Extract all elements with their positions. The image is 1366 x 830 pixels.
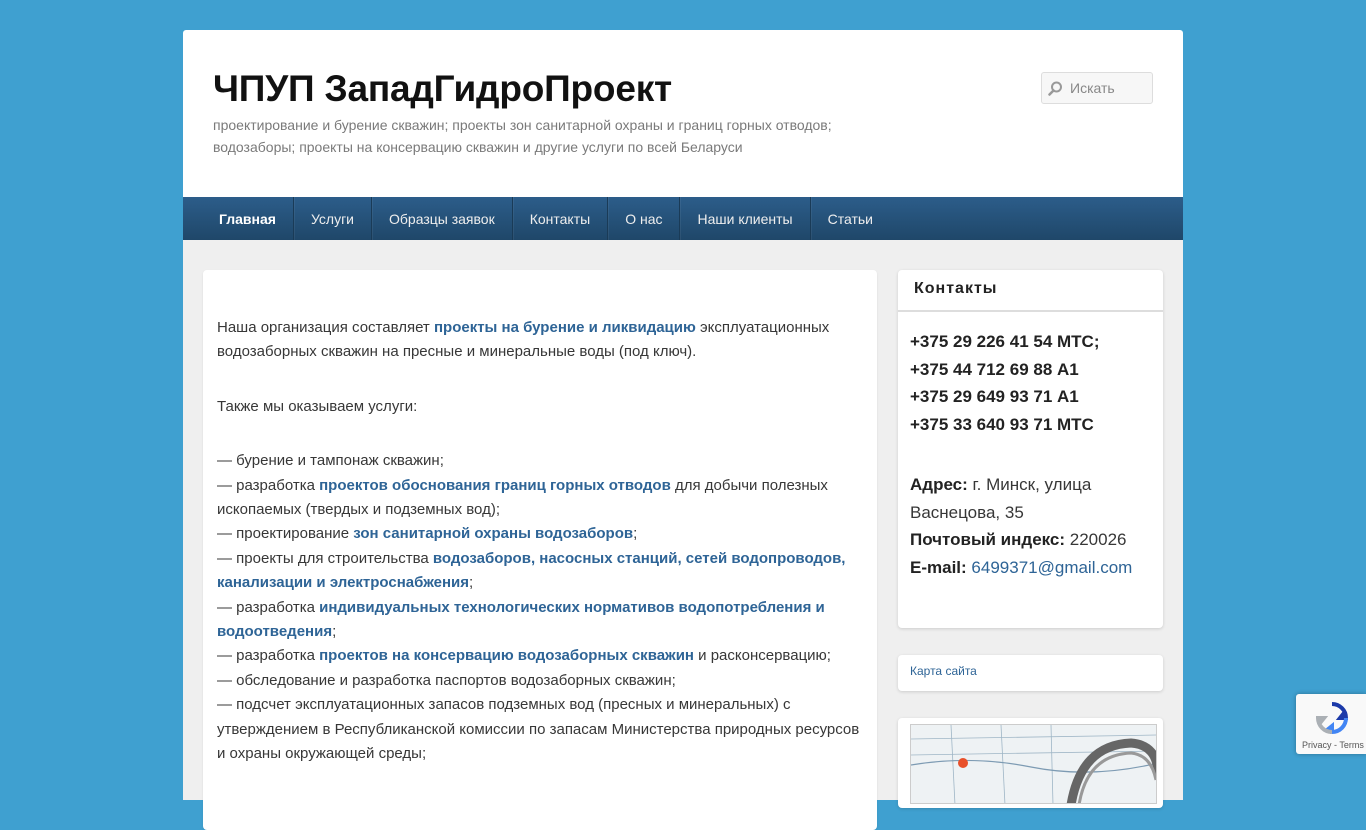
recaptcha-badge[interactable]: Privacy - Terms xyxy=(1296,694,1366,754)
service-item: — подсчет эксплуатационных запасов подзе… xyxy=(217,693,867,766)
service-item: — разработка проектов на консервацию вод… xyxy=(217,644,867,668)
nav-item-samples[interactable]: Образцы заявок xyxy=(372,197,513,240)
search-box[interactable] xyxy=(1041,72,1153,104)
site-title[interactable]: ЧПУП ЗападГидроПроект xyxy=(213,68,672,110)
nav-item-about[interactable]: О нас xyxy=(608,197,681,240)
service-text: — разработка xyxy=(217,598,320,616)
services-intro: Также мы оказываем услуги: xyxy=(217,397,418,415)
email-line: E-mail: 6499371@gmail.com xyxy=(910,554,1150,582)
search-input[interactable] xyxy=(1068,73,1150,103)
intro-text: Наша организация составляет xyxy=(217,319,434,336)
recaptcha-links: Privacy - Terms xyxy=(1302,740,1364,750)
service-item: — обследование и разработка паспортов во… xyxy=(217,669,867,693)
phone-number: +375 29 649 93 71 А1 xyxy=(910,387,1079,406)
postal-label: Почтовый индекс: xyxy=(910,530,1066,549)
phone-list: +375 29 226 41 54 МТС; +375 44 712 69 88… xyxy=(910,328,1099,438)
site-description: проектирование и бурение скважин; проект… xyxy=(213,117,832,155)
nav-item-clients[interactable]: Наши клиенты xyxy=(680,197,811,240)
main-navigation: Главная Услуги Образцы заявок Контакты О… xyxy=(183,197,1183,240)
service-item: — разработка проектов обоснования границ… xyxy=(217,474,867,523)
service-link[interactable]: проектов на консервацию водозаборных скв… xyxy=(319,647,694,664)
article: Наша организация составляет проекты на б… xyxy=(203,270,877,830)
drilling-projects-link[interactable]: проекты на бурение и ликвидацию xyxy=(434,319,696,336)
map-thumbnail-image[interactable] xyxy=(910,724,1157,804)
service-item: — разработка индивидуальных технологичес… xyxy=(217,596,867,645)
service-text: — разработка xyxy=(217,647,320,665)
service-text-end: ; xyxy=(469,574,474,592)
nav-item-contacts[interactable]: Контакты xyxy=(513,197,609,240)
page-container: ЧПУП ЗападГидроПроект проектирование и б… xyxy=(183,30,1183,830)
image-widget xyxy=(898,718,1163,808)
service-text: — разработка xyxy=(217,476,320,494)
service-text-end: и расконсервацию; xyxy=(693,647,831,665)
postal-value: 220026 xyxy=(1065,530,1127,549)
nav-item-home[interactable]: Главная xyxy=(202,197,294,240)
main-area: Наша организация составляет проекты на б… xyxy=(183,240,1183,830)
service-text: — бурение и тампонаж скважин; xyxy=(217,452,444,470)
phone-number: +375 33 640 93 71 МТС xyxy=(910,414,1094,434)
search-icon xyxy=(1048,81,1063,101)
phone-number: +375 29 226 41 54 МТС; xyxy=(910,332,1100,351)
service-text: — обследование и разработка паспортов во… xyxy=(217,671,676,689)
contacts-widget-title: Контакты xyxy=(898,270,1163,312)
service-link[interactable]: зон санитарной охраны водозаборов xyxy=(353,525,633,542)
address-block: Адрес: г. Минск, улица Васнецова, 35 Поч… xyxy=(910,471,1150,581)
service-link[interactable]: проектов обоснования границ горных отвод… xyxy=(319,477,671,494)
service-text: — проекты для строительства xyxy=(217,549,433,567)
nav-item-services[interactable]: Услуги xyxy=(294,197,372,240)
service-text: — подсчет эксплуатационных запасов подзе… xyxy=(217,696,860,763)
email-label: E-mail: xyxy=(910,557,967,577)
service-text-end: ; xyxy=(633,525,638,543)
sitemap-widget: Карта сайта xyxy=(898,655,1163,691)
address-line: Адрес: г. Минск, улица Васнецова, 35 xyxy=(910,471,1150,526)
service-text: — проектирование xyxy=(217,525,354,543)
address-label: Адрес: xyxy=(910,475,968,494)
recaptcha-privacy-link[interactable]: Privacy xyxy=(1302,740,1332,750)
nav-item-articles[interactable]: Статьи xyxy=(811,197,890,240)
email-link[interactable]: 6499371@gmail.com xyxy=(971,558,1132,577)
postal-line: Почтовый индекс: 220026 xyxy=(910,526,1150,554)
recaptcha-icon xyxy=(1314,700,1350,741)
intro-paragraph: Наша организация составляет проекты на б… xyxy=(217,316,867,365)
recaptcha-terms-link[interactable]: Terms xyxy=(1339,740,1364,750)
phone-number: +375 44 712 69 88 А1 xyxy=(910,359,1079,379)
services-list: — бурение и тампонаж скважин; — разработк… xyxy=(217,449,867,766)
article-body: Наша организация составляет проекты на б… xyxy=(217,316,867,767)
service-item: — бурение и тампонаж скважин; xyxy=(217,449,867,473)
sitemap-link[interactable]: Карта сайта xyxy=(910,664,977,678)
contacts-widget: Контакты +375 29 226 41 54 МТС; +375 44 … xyxy=(898,270,1163,628)
service-item: — проектирование зон санитарной охраны в… xyxy=(217,522,867,546)
service-text-end: ; xyxy=(332,623,337,641)
service-item: — проекты для строительства водозаборов,… xyxy=(217,547,867,596)
